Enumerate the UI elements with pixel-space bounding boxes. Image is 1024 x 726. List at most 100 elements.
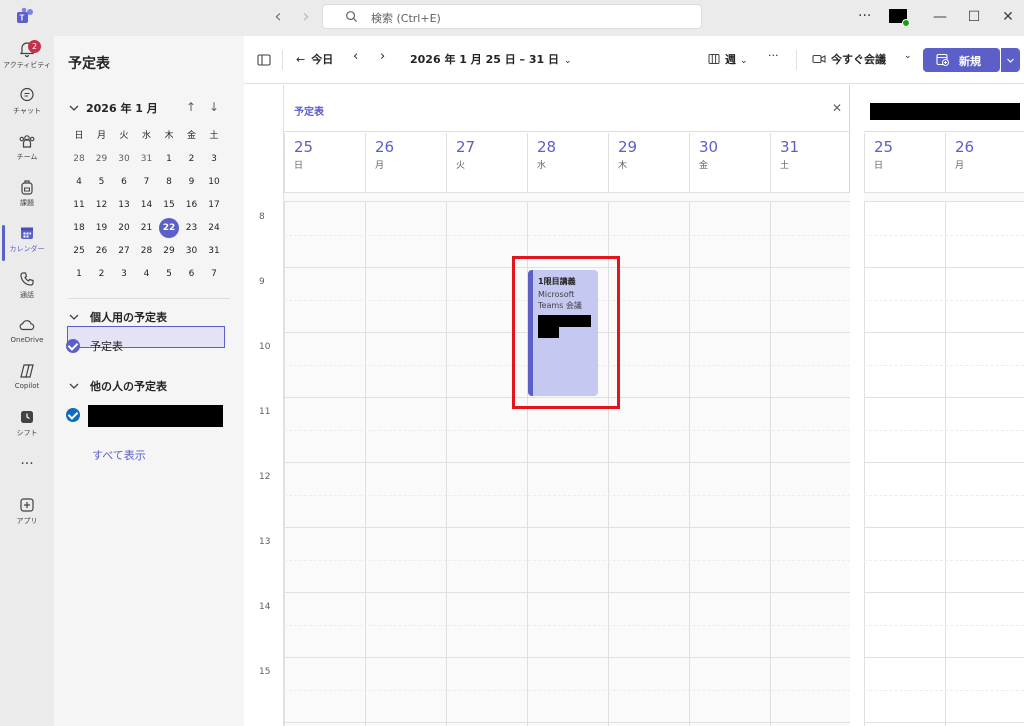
mini-day[interactable]: 15 bbox=[158, 195, 180, 215]
calendar-item-other[interactable] bbox=[66, 408, 90, 422]
mini-day[interactable]: 17 bbox=[203, 195, 225, 215]
forward-arrow-icon[interactable]: › bbox=[296, 8, 316, 28]
mini-day[interactable]: 3 bbox=[113, 264, 135, 284]
view-switcher[interactable]: 週 ⌄ bbox=[708, 51, 748, 67]
rail-item-calendar[interactable]: カレンダー bbox=[0, 220, 54, 266]
day-column[interactable] bbox=[284, 202, 365, 726]
rail-item-activity[interactable]: 2 アクティビティ bbox=[0, 36, 54, 82]
mini-day[interactable]: 10 bbox=[203, 172, 225, 192]
day-column[interactable] bbox=[608, 202, 689, 726]
rail-item-calls[interactable]: 通話 bbox=[0, 266, 54, 312]
teams-logo-icon[interactable]: T bbox=[15, 7, 35, 27]
mini-day[interactable]: 19 bbox=[91, 218, 113, 238]
mini-day[interactable]: 1 bbox=[158, 149, 180, 169]
mini-day[interactable]: 26 bbox=[91, 241, 113, 261]
today-button[interactable]: ← 今日 bbox=[296, 51, 333, 67]
search-input[interactable]: 検索 (Ctrl+E) bbox=[322, 4, 702, 29]
meet-now-button[interactable]: 今すぐ会議 bbox=[812, 51, 886, 67]
mini-day[interactable]: 1 bbox=[68, 264, 90, 284]
day-column[interactable] bbox=[365, 202, 446, 726]
rail-item-copilot[interactable]: Copilot bbox=[0, 358, 54, 404]
mini-day[interactable]: 12 bbox=[91, 195, 113, 215]
mini-day[interactable]: 6 bbox=[113, 172, 135, 192]
rail-item-more[interactable]: ··· bbox=[0, 450, 54, 496]
day-column[interactable] bbox=[945, 202, 1024, 726]
new-event-dropdown[interactable] bbox=[1001, 48, 1020, 72]
mini-day[interactable]: 28 bbox=[68, 149, 90, 169]
mini-day[interactable]: 28 bbox=[136, 241, 158, 261]
mini-day[interactable]: 14 bbox=[136, 195, 158, 215]
day-column[interactable] bbox=[864, 202, 945, 726]
prev-week-chevron-icon[interactable]: ‹ bbox=[353, 49, 358, 64]
mini-day[interactable]: 20 bbox=[113, 218, 135, 238]
close-pane-icon[interactable]: ✕ bbox=[832, 101, 842, 115]
mini-day[interactable]: 21 bbox=[136, 218, 158, 238]
rail-item-chat[interactable]: チャット bbox=[0, 82, 54, 128]
maximize-button[interactable]: ☐ bbox=[962, 6, 986, 28]
rail-item-teams[interactable]: チーム bbox=[0, 128, 54, 174]
day-header[interactable]: 30 金 bbox=[689, 133, 770, 192]
day-header[interactable]: 25 日 bbox=[864, 133, 945, 192]
others-calendars-toggle[interactable]: 他の人の予定表 bbox=[68, 378, 167, 394]
mini-day[interactable]: 24 bbox=[203, 218, 225, 238]
rail-item-assignments[interactable]: 課題 bbox=[0, 174, 54, 220]
sidebar-toggle-icon[interactable] bbox=[257, 53, 271, 67]
mini-day[interactable]: 9 bbox=[181, 172, 203, 192]
show-all-link[interactable]: すべて表示 bbox=[92, 447, 146, 463]
mini-day[interactable]: 30 bbox=[181, 241, 203, 261]
new-event-button[interactable]: 新規 bbox=[923, 48, 1000, 72]
day-header[interactable]: 26 月 bbox=[365, 133, 446, 192]
mini-day[interactable]: 18 bbox=[68, 218, 90, 238]
next-week-chevron-icon[interactable]: › bbox=[380, 49, 385, 64]
meet-now-chevron-icon[interactable]: ⌄ bbox=[904, 51, 912, 61]
personal-calendars-toggle[interactable]: 個人用の予定表 bbox=[68, 309, 167, 325]
close-window-button[interactable]: ✕ bbox=[996, 6, 1020, 28]
mini-calendar-month-toggle[interactable]: 2026 年 1 月 bbox=[68, 100, 158, 116]
mini-day[interactable]: 29 bbox=[158, 241, 180, 261]
mini-day[interactable]: 6 bbox=[181, 264, 203, 284]
rail-item-onedrive[interactable]: OneDrive bbox=[0, 312, 54, 358]
mini-day[interactable]: 4 bbox=[68, 172, 90, 192]
day-header[interactable]: 26 月 bbox=[945, 133, 1024, 192]
mini-day[interactable]: 5 bbox=[91, 172, 113, 192]
mini-day[interactable]: 2 bbox=[181, 149, 203, 169]
mini-day[interactable]: 3 bbox=[203, 149, 225, 169]
day-header[interactable]: 25 日 bbox=[284, 133, 365, 192]
mini-day[interactable]: 31 bbox=[203, 241, 225, 261]
mini-day[interactable]: 7 bbox=[203, 264, 225, 284]
mini-day[interactable]: 8 bbox=[158, 172, 180, 192]
mini-day[interactable]: 27 bbox=[113, 241, 135, 261]
minimize-button[interactable]: — bbox=[928, 6, 952, 28]
mini-day-today[interactable]: 22 bbox=[159, 218, 179, 238]
all-day-row[interactable] bbox=[864, 192, 1024, 202]
mini-day[interactable]: 13 bbox=[113, 195, 135, 215]
mini-day[interactable]: 2 bbox=[91, 264, 113, 284]
mini-day[interactable]: 5 bbox=[158, 264, 180, 284]
back-arrow-icon[interactable]: ‹ bbox=[268, 8, 288, 28]
rail-item-apps[interactable]: アプリ bbox=[0, 492, 54, 538]
more-options-button[interactable]: ··· bbox=[768, 49, 779, 62]
mini-day[interactable]: 4 bbox=[136, 264, 158, 284]
day-column[interactable] bbox=[770, 202, 850, 726]
mini-day[interactable]: 16 bbox=[181, 195, 203, 215]
next-month-arrow-icon[interactable]: ↓ bbox=[209, 100, 219, 114]
prev-month-arrow-icon[interactable]: ↑ bbox=[186, 100, 196, 114]
mini-day[interactable]: 31 bbox=[136, 149, 158, 169]
day-header[interactable]: 27 火 bbox=[446, 133, 527, 192]
mini-day[interactable]: 29 bbox=[91, 149, 113, 169]
all-day-row[interactable] bbox=[284, 192, 850, 202]
mini-day[interactable]: 23 bbox=[181, 218, 203, 238]
day-header[interactable]: 31 土 bbox=[770, 133, 850, 192]
calendar-item-personal[interactable]: 予定表 bbox=[66, 338, 123, 354]
date-range-picker[interactable]: 2026 年 1 月 25 日 – 31 日 ⌄ bbox=[410, 51, 572, 67]
day-header[interactable]: 29 木 bbox=[608, 133, 689, 192]
check-circle-icon[interactable] bbox=[66, 408, 80, 422]
check-circle-icon[interactable] bbox=[66, 339, 80, 353]
mini-day[interactable]: 11 bbox=[68, 195, 90, 215]
rail-item-shifts[interactable]: シフト bbox=[0, 404, 54, 450]
mini-day[interactable]: 30 bbox=[113, 149, 135, 169]
mini-day[interactable]: 7 bbox=[136, 172, 158, 192]
settings-more-button[interactable]: ··· bbox=[858, 8, 871, 24]
mini-day[interactable]: 25 bbox=[68, 241, 90, 261]
day-header[interactable]: 28 水 bbox=[527, 133, 608, 192]
